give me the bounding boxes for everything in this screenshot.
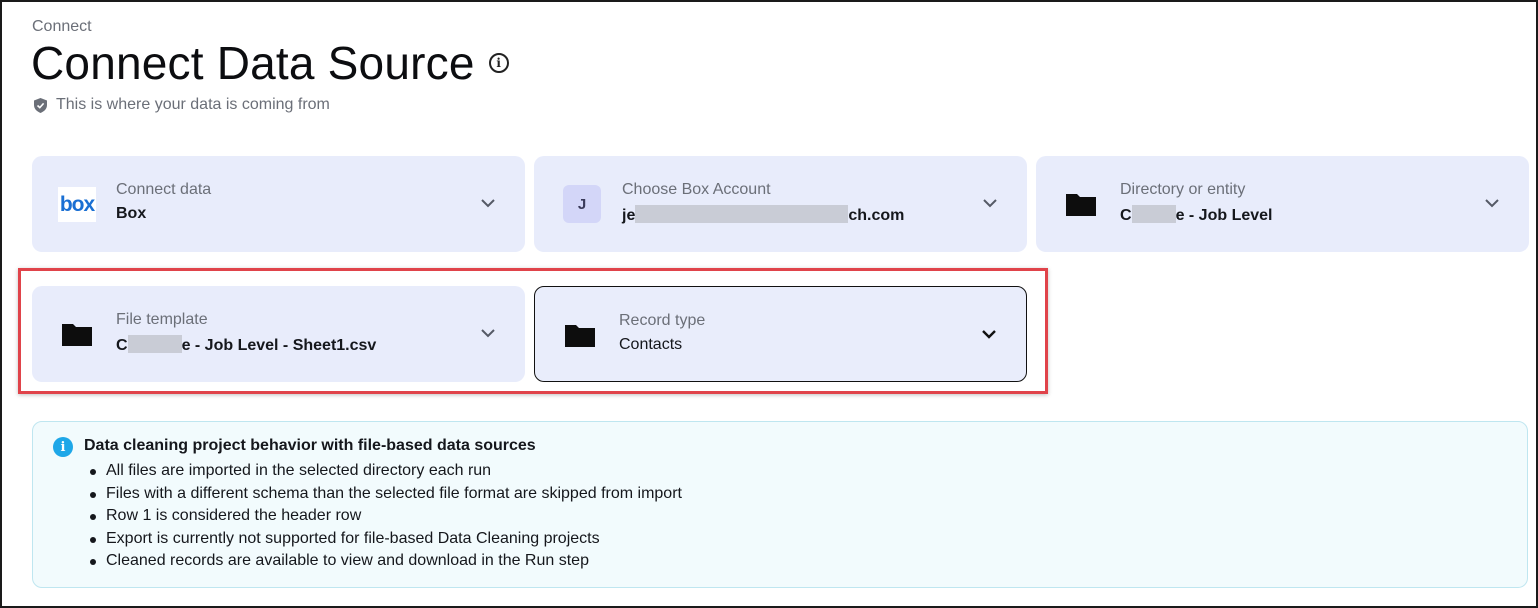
chevron-down-icon[interactable] <box>479 194 497 212</box>
directory-value: Ce - Job Level <box>1120 205 1272 225</box>
box-logo: box <box>58 187 96 222</box>
info-circle-icon: i <box>53 437 73 457</box>
shield-icon <box>34 97 47 113</box>
connect-data-label: Connect data <box>116 181 212 198</box>
box-account-label: Choose Box Account <box>622 181 771 198</box>
page-title: Connect Data Source <box>31 37 475 89</box>
page-subtitle: This is where your data is coming from <box>56 96 330 113</box>
directory-label: Directory or entity <box>1120 181 1246 198</box>
chevron-down-icon[interactable] <box>981 194 999 212</box>
title-row: Connect Data Source i <box>31 36 509 90</box>
chevron-down-icon[interactable] <box>1483 194 1501 212</box>
box-account-value-prefix: je <box>622 207 636 224</box>
list-item: Cleaned records are available to view an… <box>90 550 682 573</box>
directory-value-suffix: e - Job Level <box>1175 207 1273 224</box>
annotation-highlight-box <box>18 268 1048 394</box>
info-circle-icon[interactable]: i <box>488 53 509 73</box>
info-notice: i Data cleaning project behavior with fi… <box>32 421 1528 588</box>
box-account-value-suffix: ch.com <box>848 207 905 224</box>
notice-title: Data cleaning project behavior with file… <box>84 437 536 454</box>
directory-select[interactable]: Directory or entity Ce - Job Level <box>1036 156 1529 252</box>
avatar: J <box>563 185 601 223</box>
folder-icon <box>1066 194 1096 216</box>
list-item: Row 1 is considered the header row <box>90 505 682 528</box>
list-item: Export is currently not supported for fi… <box>90 528 682 551</box>
connect-data-select[interactable]: box Connect data Box <box>32 156 525 252</box>
redacted-block <box>635 205 849 223</box>
redacted-block <box>1131 205 1176 223</box>
subtitle-row: This is where your data is coming from <box>34 96 330 114</box>
list-item: All files are imported in the selected d… <box>90 460 682 483</box>
box-account-value: je ch.com <box>622 205 904 225</box>
connect-data-value: Box <box>116 205 147 222</box>
breadcrumb[interactable]: Connect <box>32 18 92 36</box>
notice-list: All files are imported in the selected d… <box>90 460 682 573</box>
list-item: Files with a different schema than the s… <box>90 483 682 506</box>
directory-value-prefix: C <box>1120 207 1132 224</box>
box-account-select[interactable]: J Choose Box Account je ch.com <box>534 156 1027 252</box>
